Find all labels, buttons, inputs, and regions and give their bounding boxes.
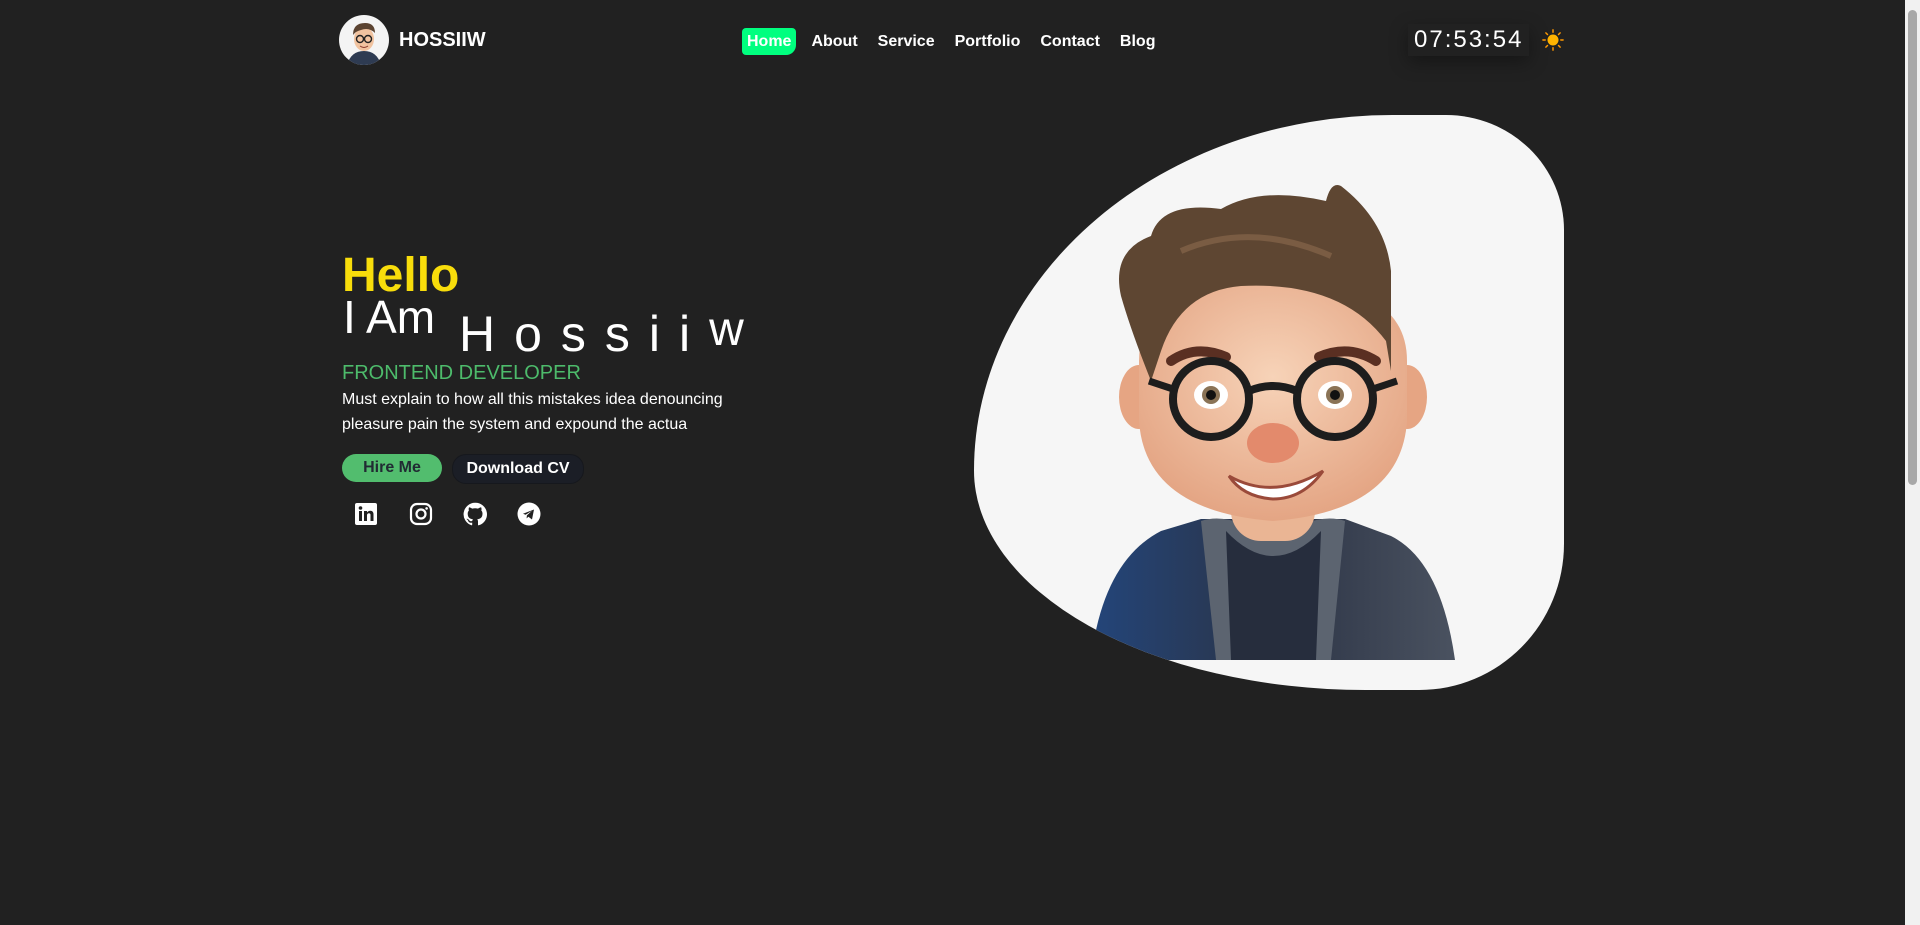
nav-about[interactable]: About	[806, 28, 862, 55]
telegram-icon[interactable]	[517, 502, 541, 526]
nav-blog[interactable]: Blog	[1115, 28, 1161, 55]
nav-contact[interactable]: Contact	[1035, 28, 1105, 55]
instagram-icon[interactable]	[409, 502, 433, 526]
download-cv-button[interactable]: Download CV	[452, 454, 584, 484]
name-main: Hossii	[459, 306, 710, 362]
github-icon[interactable]	[463, 502, 487, 526]
nav-home[interactable]: Home	[742, 28, 797, 55]
avatar[interactable]	[339, 15, 389, 65]
hero-image-frame	[974, 115, 1564, 690]
main-nav: Home About Service Portfolio Contact Blo…	[742, 28, 1170, 55]
brand-name[interactable]: HOSSIIW	[399, 29, 486, 52]
scrollbar-thumb[interactable]	[1908, 10, 1917, 485]
nav-service[interactable]: Service	[873, 28, 940, 55]
role-title: FRONTEND DEVELOPER	[342, 362, 581, 384]
hero-name: Hossiiw	[459, 303, 763, 364]
linkedin-icon[interactable]	[354, 502, 378, 526]
developer-avatar-illustration	[1091, 185, 1455, 660]
name-last: w	[709, 303, 763, 356]
sun-icon[interactable]	[1542, 29, 1564, 51]
nav-portfolio[interactable]: Portfolio	[950, 28, 1026, 55]
clock: 07:53:54	[1408, 24, 1529, 56]
hero-description: Must explain to how all this mistakes id…	[342, 391, 723, 433]
avatar-image	[347, 23, 381, 65]
intro-text: I Am	[343, 291, 436, 343]
hire-me-button[interactable]: Hire Me	[342, 454, 442, 482]
